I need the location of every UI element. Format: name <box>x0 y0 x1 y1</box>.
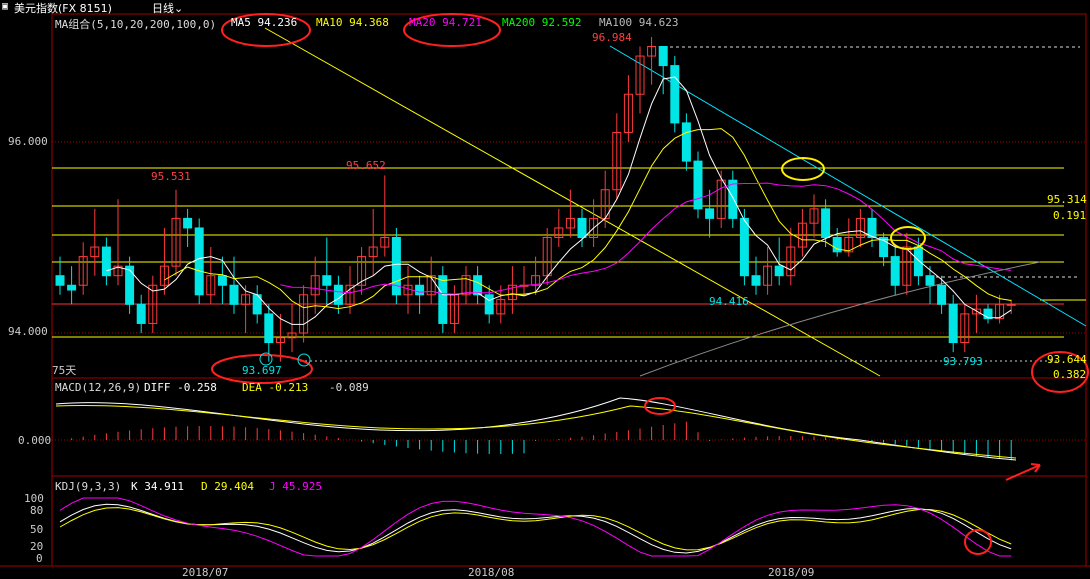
candle-body <box>913 246 923 277</box>
high-label-1: 95.531 <box>151 170 191 183</box>
kdj-k: K 34.911 <box>131 480 184 493</box>
candle-body <box>937 284 947 305</box>
fib-ratio-0191: 0.191 <box>1053 209 1087 222</box>
kdj-j: J 45.925 <box>269 480 322 493</box>
kdj-tick-80: 80 <box>30 504 44 517</box>
candle-body <box>473 275 483 296</box>
ma5-line <box>106 76 1012 325</box>
date-jul: 2018/07 <box>182 566 229 579</box>
kdj-title: KDJ(9,3,3) <box>55 480 122 493</box>
candle-body <box>438 275 448 324</box>
red-arrow-shaft <box>1005 464 1041 481</box>
candle-body <box>774 265 784 277</box>
yellow-circle-1 <box>781 157 825 181</box>
candle-body <box>322 275 332 286</box>
candle-body <box>217 275 227 286</box>
ma100-label: MA100 94.623 <box>599 16 679 29</box>
date-aug: 2018/08 <box>468 566 515 579</box>
fib-ratio-0382: 0.382 <box>1053 368 1087 381</box>
macd-value: -0.089 <box>329 381 369 394</box>
candle-body <box>484 294 494 315</box>
macd-dea-line <box>55 404 1017 459</box>
low-label-1: 94.416 <box>709 295 749 308</box>
y-axis-94: 94.000 <box>8 325 48 338</box>
kdj-k-line <box>59 503 1012 554</box>
kdj-j-line <box>59 497 1012 557</box>
candle-body <box>264 313 274 344</box>
candle-body <box>1006 303 1016 306</box>
candle-body <box>890 256 900 286</box>
candle-body <box>136 303 146 324</box>
candle-body <box>55 275 65 286</box>
kdj-tick-50: 50 <box>30 523 44 536</box>
yellow-trendline <box>264 27 881 377</box>
candle-body <box>67 284 77 291</box>
red-circle-macd <box>644 397 676 415</box>
candle-body <box>728 179 738 219</box>
days-label: 75天 <box>52 364 77 377</box>
high-label-2: 95.652 <box>346 159 386 172</box>
ma-group-label: MA组合(5,10,20,200,100,0) <box>55 18 217 31</box>
ma10-label: MA10 94.368 <box>316 16 389 29</box>
macd-zero: 0.000 <box>18 434 52 447</box>
red-circle-kdj <box>964 529 992 555</box>
macd-dea: DEA -0.213 <box>242 381 309 394</box>
kdj-d: D 29.404 <box>201 480 254 493</box>
candle-body <box>948 303 958 344</box>
ma20-line <box>280 182 1012 295</box>
price-panel-frame <box>51 13 1087 379</box>
candle-body <box>229 284 239 305</box>
candle-body <box>925 275 935 286</box>
candle-body <box>821 208 831 239</box>
date-sep: 2018/09 <box>768 566 815 579</box>
candle-body <box>194 227 204 296</box>
candle-body <box>739 217 749 277</box>
macd-diff: DIFF -0.258 <box>144 381 217 394</box>
ma200-label: MA200 92.592 <box>502 16 582 29</box>
ma20-label: MA20 94.721 <box>409 16 482 29</box>
low-label-2: 93.697 <box>242 364 282 377</box>
candle-body <box>751 275 761 286</box>
y-axis-96: 96.000 <box>8 135 48 148</box>
candle-body <box>705 208 715 219</box>
macd-diff-line <box>55 397 1017 461</box>
candle-body <box>125 265 135 305</box>
fib-price-label-2: 93.644 <box>1047 353 1087 366</box>
cyan-trendline <box>609 45 1087 327</box>
candle-body <box>577 217 587 238</box>
candle-body <box>658 46 668 67</box>
candle-body <box>415 284 425 296</box>
candle-body <box>101 246 111 277</box>
candle-body <box>693 160 703 210</box>
fib-price-label: 95.314 <box>1047 193 1087 206</box>
candle-body <box>183 217 193 229</box>
candle-body <box>670 65 680 124</box>
low-label-3: 93.793 <box>943 355 983 368</box>
candle-body <box>681 122 691 162</box>
macd-title: MACD(12,26,9) <box>55 381 142 394</box>
kdj-tick-0: 0 <box>36 552 43 565</box>
ma10-line <box>164 128 1012 310</box>
peak-label: 96.984 <box>592 31 632 44</box>
candle-body <box>333 284 343 305</box>
ma5-label: MA5 94.236 <box>231 16 298 29</box>
